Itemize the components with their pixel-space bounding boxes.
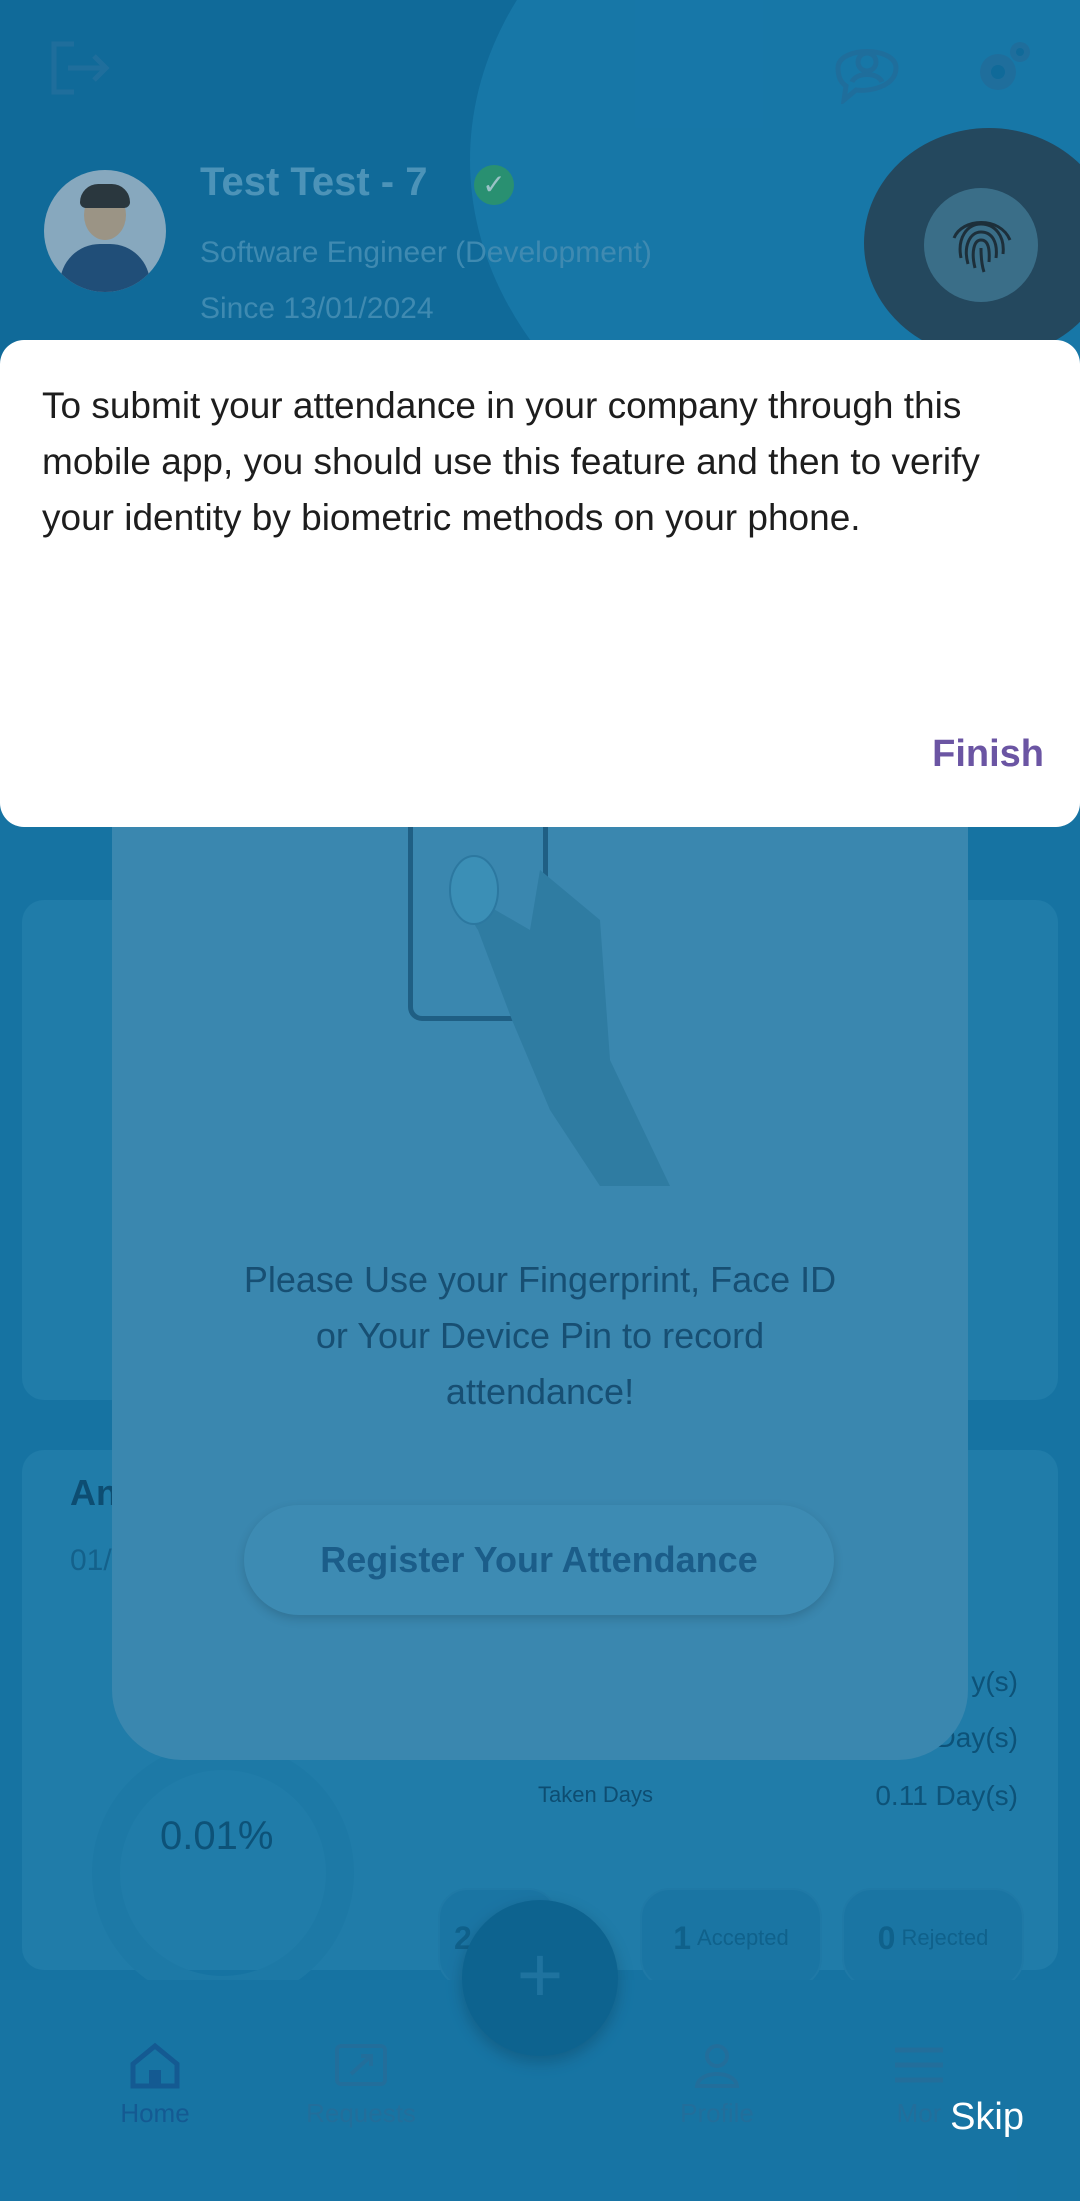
register-attendance-button[interactable]: Register Your Attendance — [244, 1505, 834, 1615]
biometric-instruction: Please Use your Fingerprint, Face ID or … — [243, 1259, 837, 1412]
skip-button[interactable]: Skip — [950, 2096, 1024, 2139]
tutorial-message: To submit your attendance in your compan… — [42, 385, 980, 538]
hand-illustration — [449, 855, 670, 1186]
fingerprint-icon — [952, 221, 1012, 273]
finish-button[interactable]: Finish — [932, 733, 1044, 776]
fingerprint-button[interactable] — [924, 188, 1038, 302]
